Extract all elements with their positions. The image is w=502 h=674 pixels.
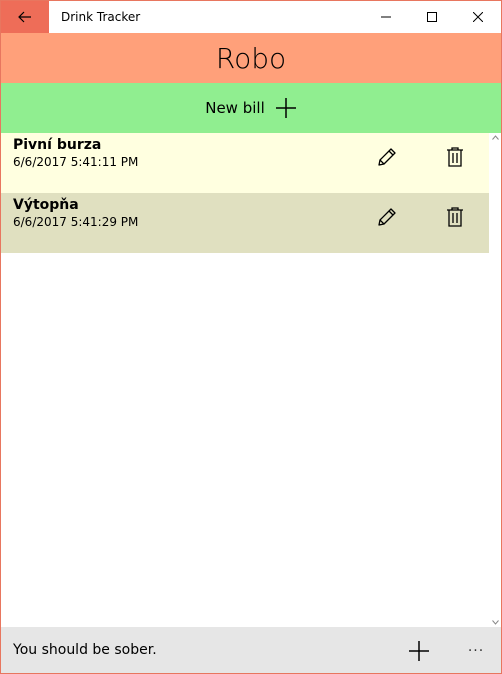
list-item[interactable]: Pivní burza 6/6/2017 5:41:11 PM xyxy=(1,133,489,193)
maximize-button[interactable] xyxy=(409,1,455,33)
bill-list: Pivní burza 6/6/2017 5:41:11 PM Výtopňa … xyxy=(1,133,489,253)
back-arrow-icon xyxy=(18,11,31,23)
add-button[interactable] xyxy=(407,639,431,663)
more-button[interactable]: ··· xyxy=(461,639,491,663)
plus-icon xyxy=(275,98,296,118)
list-item[interactable]: Výtopňa 6/6/2017 5:41:29 PM xyxy=(1,193,489,253)
bill-name: Výtopňa xyxy=(13,197,79,213)
vertical-scrollbar[interactable] xyxy=(490,133,501,627)
page-header: Robo xyxy=(1,33,501,83)
bill-date: 6/6/2017 5:41:11 PM xyxy=(13,155,139,169)
status-text: You should be sober. xyxy=(13,642,157,658)
new-bill-button[interactable]: New bill xyxy=(1,83,501,133)
edit-button[interactable] xyxy=(374,204,400,230)
scroll-down-icon[interactable] xyxy=(492,620,499,625)
minimize-icon xyxy=(381,16,391,18)
pencil-icon xyxy=(378,148,396,166)
more-icon: ··· xyxy=(467,643,485,659)
bill-name: Pivní burza xyxy=(13,137,102,153)
scroll-up-icon[interactable] xyxy=(492,135,499,140)
pencil-icon xyxy=(378,208,396,226)
trash-icon xyxy=(447,147,463,167)
bill-date: 6/6/2017 5:41:29 PM xyxy=(13,215,139,229)
edit-button[interactable] xyxy=(374,144,400,170)
page-title: Robo xyxy=(215,41,287,75)
delete-button[interactable] xyxy=(442,204,468,230)
new-bill-label: New bill xyxy=(205,99,265,117)
window-title: Drink Tracker xyxy=(61,10,141,24)
trash-icon xyxy=(447,207,463,227)
window-controls xyxy=(363,1,501,33)
app-window: Drink Tracker Robo New bill Pivní burza … xyxy=(0,0,502,674)
back-button[interactable] xyxy=(1,1,49,33)
command-bar: You should be sober. ··· xyxy=(1,627,501,673)
minimize-button[interactable] xyxy=(363,1,409,33)
close-icon xyxy=(473,12,483,22)
plus-icon xyxy=(409,641,429,661)
title-bar: Drink Tracker xyxy=(1,1,501,33)
delete-button[interactable] xyxy=(442,144,468,170)
maximize-icon xyxy=(427,12,437,22)
close-button[interactable] xyxy=(455,1,501,33)
